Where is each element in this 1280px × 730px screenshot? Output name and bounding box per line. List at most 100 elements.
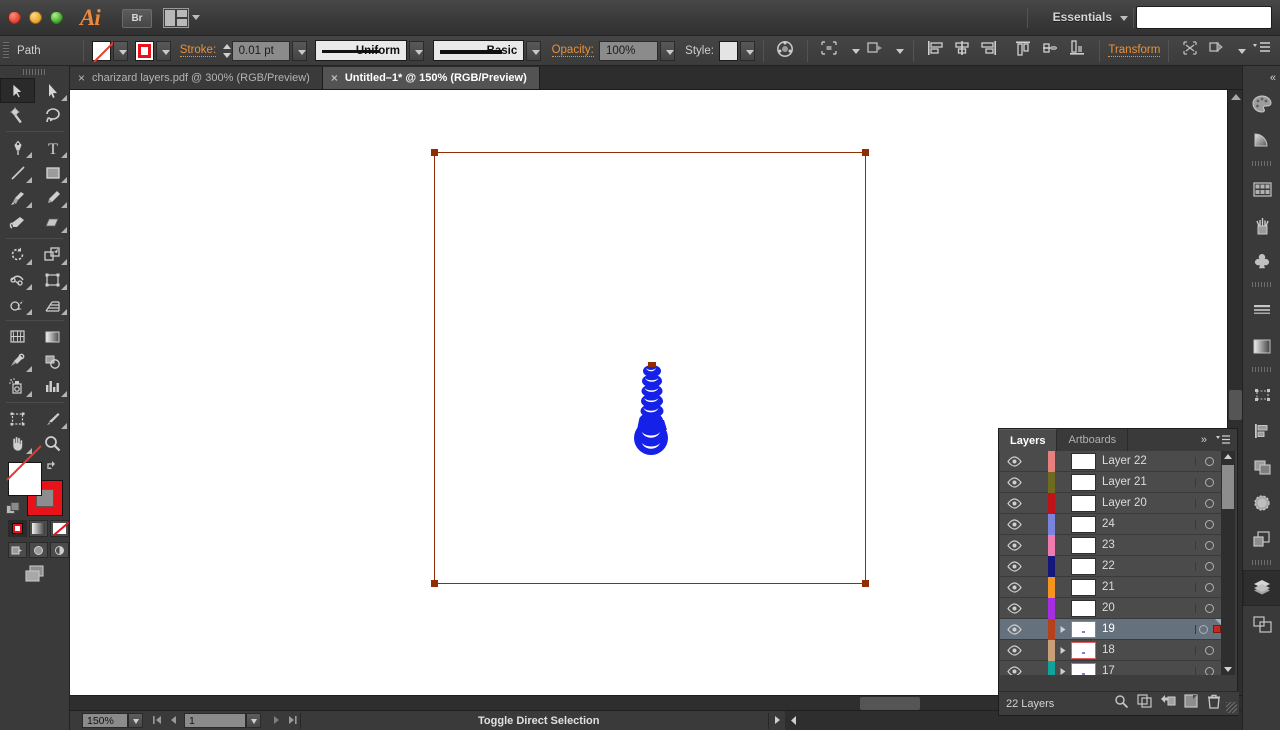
width-tool[interactable] bbox=[0, 267, 35, 292]
target-circle-icon[interactable] bbox=[1205, 519, 1214, 529]
layer-name-label[interactable]: 17 bbox=[1102, 665, 1195, 675]
layer-visibility-icon[interactable] bbox=[1000, 476, 1028, 488]
transform-panel-icon[interactable] bbox=[1243, 377, 1280, 413]
expand-panels-icon[interactable]: « bbox=[1270, 72, 1276, 84]
artboard-tool[interactable] bbox=[0, 406, 35, 431]
appearance-panel-icon[interactable] bbox=[1243, 521, 1280, 557]
isolate-caret-icon[interactable] bbox=[847, 41, 862, 61]
layer-name-label[interactable]: Layer 22 bbox=[1102, 455, 1195, 467]
layers-scroll-down-icon[interactable] bbox=[1224, 667, 1232, 672]
layer-row[interactable]: Layer 21 bbox=[1000, 471, 1223, 493]
layer-row[interactable]: 18 bbox=[1000, 639, 1223, 661]
layer-visibility-icon[interactable] bbox=[1000, 581, 1028, 593]
align-left-icon[interactable] bbox=[926, 40, 945, 62]
align-center-vertical-icon[interactable] bbox=[1041, 40, 1060, 62]
tools-panel-grip[interactable] bbox=[0, 66, 69, 78]
close-tab-icon[interactable]: × bbox=[78, 72, 85, 84]
target-circle-icon[interactable] bbox=[1205, 498, 1214, 508]
transform-link[interactable]: Transform bbox=[1108, 44, 1161, 57]
free-transform-tool[interactable] bbox=[35, 267, 70, 292]
scroll-up-icon[interactable] bbox=[1231, 94, 1241, 100]
align-right-icon[interactable] bbox=[980, 40, 999, 62]
transparency-panel-icon[interactable] bbox=[1243, 485, 1280, 521]
brushes-panel-icon[interactable] bbox=[1243, 207, 1280, 243]
layers-scrollbar[interactable] bbox=[1221, 451, 1235, 675]
stroke-profile-select[interactable]: Uniform bbox=[315, 40, 407, 61]
artboard-handle-bl[interactable] bbox=[431, 580, 438, 587]
panel-options-menu-icon[interactable] bbox=[1215, 433, 1231, 446]
target-circle-icon[interactable] bbox=[1205, 603, 1214, 613]
select-similar-caret-icon[interactable] bbox=[1233, 41, 1248, 61]
select-similar-options-icon[interactable] bbox=[1208, 40, 1227, 62]
artboard-handle-tr[interactable] bbox=[862, 149, 869, 156]
scale-tool[interactable] bbox=[35, 242, 70, 267]
layer-visibility-icon[interactable] bbox=[1000, 560, 1028, 572]
blob-brush-tool[interactable] bbox=[0, 210, 35, 235]
status-menu-button[interactable] bbox=[769, 713, 785, 729]
eraser-tool[interactable] bbox=[35, 210, 70, 235]
color-guide-icon[interactable] bbox=[1243, 122, 1280, 158]
symbols-panel-icon[interactable] bbox=[1243, 243, 1280, 279]
select-similar-icon[interactable] bbox=[1181, 40, 1200, 62]
dock-group-grip[interactable] bbox=[1243, 158, 1280, 169]
target-circle-icon[interactable] bbox=[1205, 666, 1214, 675]
layer-row[interactable]: 24 bbox=[1000, 513, 1223, 535]
default-fill-stroke-icon[interactable] bbox=[6, 502, 21, 515]
layer-target-indicator[interactable] bbox=[1195, 645, 1223, 655]
rectangle-tool[interactable] bbox=[35, 160, 70, 185]
workspace-caret-icon[interactable] bbox=[1120, 16, 1128, 21]
swap-fill-stroke-icon[interactable] bbox=[46, 460, 59, 473]
layer-visibility-icon[interactable] bbox=[1000, 644, 1028, 656]
swatches-panel-icon[interactable] bbox=[1243, 171, 1280, 207]
workspace-switcher[interactable]: Essentials bbox=[1053, 10, 1112, 24]
layer-name-label[interactable]: 24 bbox=[1102, 518, 1195, 530]
gradient-tool[interactable] bbox=[35, 324, 70, 349]
layers-scroll-thumb[interactable] bbox=[1222, 465, 1234, 509]
dock-group-grip[interactable] bbox=[1243, 557, 1280, 568]
collapse-panel-icon[interactable]: » bbox=[1201, 434, 1207, 446]
delete-selection-icon[interactable] bbox=[1207, 694, 1221, 714]
layer-row[interactable]: Layer 22 bbox=[1000, 451, 1223, 472]
locate-object-icon[interactable] bbox=[1114, 694, 1129, 713]
fill-swatch-button[interactable] bbox=[91, 40, 111, 61]
pathfinder-panel-icon[interactable] bbox=[1243, 449, 1280, 485]
target-circle-icon[interactable] bbox=[1205, 540, 1214, 550]
layer-name-label[interactable]: 19 bbox=[1102, 623, 1195, 635]
layer-visibility-icon[interactable] bbox=[1000, 497, 1028, 509]
change-screen-mode-icon[interactable] bbox=[24, 565, 48, 583]
align-panel-icon[interactable] bbox=[1243, 413, 1280, 449]
stroke-weight-field[interactable]: 0.01 pt bbox=[231, 40, 290, 61]
opacity-caret-icon[interactable] bbox=[659, 40, 675, 61]
next-artboard-button[interactable] bbox=[268, 713, 284, 729]
fill-dropdown-caret-icon[interactable] bbox=[112, 40, 128, 61]
layer-visibility-icon[interactable] bbox=[1000, 623, 1028, 635]
tab-layers[interactable]: Layers bbox=[999, 429, 1058, 451]
panel-menu-icon[interactable] bbox=[1252, 40, 1272, 62]
line-segment-tool[interactable] bbox=[0, 160, 35, 185]
align-center-horizontal-icon[interactable] bbox=[953, 40, 972, 62]
bridge-button[interactable]: Br bbox=[122, 9, 152, 28]
zoom-level-field[interactable]: 150% bbox=[82, 713, 128, 728]
opacity-label[interactable]: Opacity: bbox=[551, 44, 594, 57]
make-sublayer-icon[interactable] bbox=[1137, 694, 1152, 713]
close-window-button[interactable] bbox=[8, 11, 21, 24]
direct-selection-tool[interactable] bbox=[35, 78, 70, 103]
brush-definition-caret-icon[interactable] bbox=[526, 40, 542, 61]
horizontal-scroll-thumb[interactable] bbox=[860, 697, 920, 710]
first-artboard-button[interactable] bbox=[150, 713, 166, 729]
magic-wand-tool[interactable] bbox=[0, 103, 35, 128]
layer-row[interactable]: 17 bbox=[1000, 660, 1223, 675]
layer-target-indicator[interactable] bbox=[1195, 666, 1223, 675]
artboards-panel-icon[interactable] bbox=[1243, 606, 1280, 642]
align-top-icon[interactable] bbox=[1014, 40, 1033, 62]
artboard-handle-tl[interactable] bbox=[431, 149, 438, 156]
maximize-window-button[interactable] bbox=[50, 11, 63, 24]
draw-mode-caret-icon[interactable] bbox=[891, 41, 906, 61]
lasso-tool[interactable] bbox=[35, 103, 70, 128]
draw-behind-button[interactable] bbox=[29, 542, 48, 558]
layer-row[interactable]: 20 bbox=[1000, 597, 1223, 619]
target-circle-icon[interactable] bbox=[1205, 477, 1214, 487]
stroke-profile-caret-icon[interactable] bbox=[408, 40, 424, 61]
none-mode-button[interactable] bbox=[50, 520, 70, 537]
gradient-mode-button[interactable] bbox=[29, 520, 48, 537]
